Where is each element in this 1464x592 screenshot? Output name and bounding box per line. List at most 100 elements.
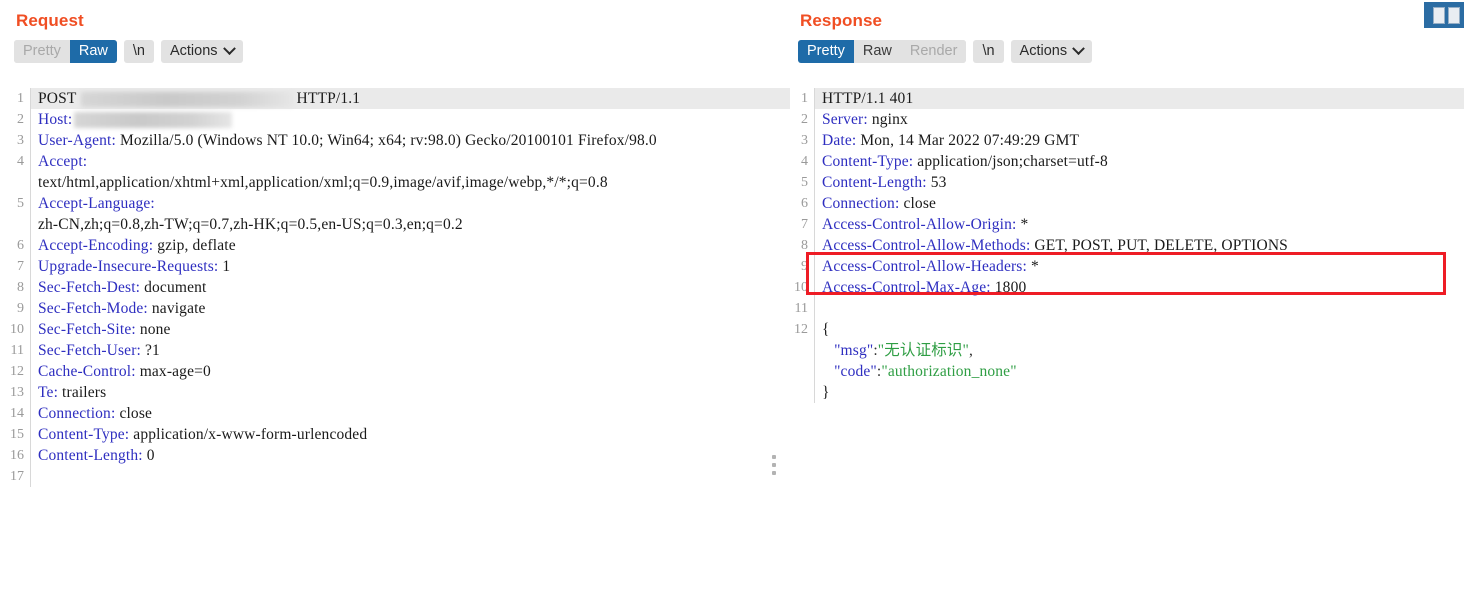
drag-dot bbox=[772, 471, 776, 475]
response-header-access-control-allow-headers: Access-Control-Allow-Headers: * bbox=[815, 256, 1464, 277]
response-tab-raw[interactable]: Raw bbox=[853, 39, 901, 63]
header-name: Sec-Fetch-Site: bbox=[38, 321, 136, 338]
line-number: 5 bbox=[801, 175, 808, 190]
request-header-host: Host: bbox=[31, 109, 790, 130]
response-code-area[interactable]: 1 HTTP/1.1 401 2 Server: nginx 3 Date: M… bbox=[790, 88, 1464, 592]
response-newline-button[interactable]: \n bbox=[973, 39, 1004, 63]
header-value: Mozilla/5.0 (Windows NT 10.0; Win64; x64… bbox=[115, 132, 657, 149]
header-name: Connection: bbox=[822, 195, 900, 212]
header-value: 1800 bbox=[990, 279, 1027, 296]
layout-pane-right bbox=[1448, 6, 1460, 24]
header-name: Sec-Fetch-User: bbox=[38, 342, 141, 359]
code-line: 7 Access-Control-Allow-Origin: * bbox=[790, 214, 1464, 235]
layout-pane-left bbox=[1433, 6, 1445, 24]
header-name: User-Agent: bbox=[38, 132, 116, 149]
response-tab-pretty[interactable]: Pretty bbox=[798, 39, 854, 63]
response-actions-label: Actions bbox=[1019, 43, 1068, 59]
line-number: 10 bbox=[10, 322, 24, 337]
line-number: 9 bbox=[801, 259, 808, 274]
request-header-cache-control: Cache-Control: max-age=0 bbox=[31, 361, 790, 382]
request-header-sec-fetch-site: Sec-Fetch-Site: none bbox=[31, 319, 790, 340]
header-value: none bbox=[135, 321, 171, 338]
request-code-area[interactable]: 1 POST HTTP/1.1 2 Host: 3 User-Agent: Moz… bbox=[0, 88, 790, 592]
response-json-close-brace: } bbox=[822, 384, 830, 401]
line-number: 5 bbox=[17, 196, 24, 211]
request-tab-pretty[interactable]: Pretty bbox=[14, 39, 70, 63]
code-line: 14 Connection: close bbox=[0, 403, 790, 424]
request-view-tabs[interactable]: Pretty Raw bbox=[14, 39, 117, 63]
request-newline-button[interactable]: \n bbox=[123, 39, 154, 63]
header-name: Date: bbox=[822, 132, 857, 149]
header-name: Accept: bbox=[38, 153, 88, 170]
header-value: document bbox=[140, 279, 207, 296]
gutter-divider bbox=[30, 466, 31, 487]
header-name: Sec-Fetch-Mode: bbox=[38, 300, 148, 317]
response-toolbar: Pretty Raw Render \n Actions bbox=[790, 36, 1464, 66]
http-traffic-viewer: Request Pretty Raw \n Actions 1 POST HTTP… bbox=[0, 0, 1464, 592]
request-header-content-length: Content-Length: 0 bbox=[31, 445, 790, 466]
line-number: 16 bbox=[10, 448, 24, 463]
response-header-server: Server: nginx bbox=[815, 109, 1464, 130]
header-value: application/x-www-form-urlencoded bbox=[129, 426, 368, 443]
line-number: 1 bbox=[801, 91, 808, 106]
response-title: Response bbox=[800, 11, 883, 30]
header-name: Content-Type: bbox=[822, 153, 914, 170]
header-name: Connection: bbox=[38, 405, 116, 422]
line-number: 12 bbox=[794, 322, 808, 337]
code-line: 3 Date: Mon, 14 Mar 2022 07:49:29 GMT bbox=[790, 130, 1464, 151]
json-key: "code" bbox=[834, 363, 877, 380]
line-number: 8 bbox=[17, 280, 24, 295]
request-pane: Request Pretty Raw \n Actions 1 POST HTTP… bbox=[0, 0, 790, 592]
line-number: 4 bbox=[801, 154, 808, 169]
response-pane: Response Pretty Raw Render \n Actions 1 … bbox=[790, 0, 1464, 592]
header-name: Sec-Fetch-Dest: bbox=[38, 279, 141, 296]
header-name: Access-Control-Allow-Headers: bbox=[822, 258, 1027, 275]
request-actions-label: Actions bbox=[169, 43, 218, 59]
code-line: 4 Content-Type: application/json;charset… bbox=[790, 151, 1464, 172]
line-number: 8 bbox=[801, 238, 808, 253]
json-key: "msg" bbox=[834, 342, 874, 359]
line-number: 3 bbox=[801, 133, 808, 148]
header-name: Te: bbox=[38, 384, 59, 401]
code-line: 2 Server: nginx bbox=[790, 109, 1464, 130]
request-actions-button[interactable]: Actions bbox=[160, 39, 243, 63]
response-header-content-length: Content-Length: 53 bbox=[815, 172, 1464, 193]
request-tab-raw[interactable]: Raw bbox=[69, 39, 117, 63]
line-number: 17 bbox=[10, 469, 24, 484]
redacted-url bbox=[80, 91, 293, 107]
vertical-dots-drag-handle[interactable] bbox=[772, 455, 778, 475]
request-start-line: POST HTTP/1.1 bbox=[31, 88, 790, 109]
response-tab-render[interactable]: Render bbox=[900, 39, 967, 63]
code-line: 11 bbox=[790, 298, 1464, 319]
code-line: 5 Content-Length: 53 bbox=[790, 172, 1464, 193]
response-view-tabs[interactable]: Pretty Raw Render bbox=[798, 39, 967, 63]
line-number: 9 bbox=[17, 301, 24, 316]
header-name: Content-Length: bbox=[822, 174, 927, 191]
response-header-access-control-allow-methods: Access-Control-Allow-Methods: GET, POST,… bbox=[815, 235, 1464, 256]
code-line: 10 Sec-Fetch-Site: none bbox=[0, 319, 790, 340]
redacted-host bbox=[74, 112, 233, 129]
response-actions-button[interactable]: Actions bbox=[1010, 39, 1093, 63]
request-header-user-agent: User-Agent: Mozilla/5.0 (Windows NT 10.0… bbox=[31, 130, 790, 151]
http-version: HTTP/1.1 bbox=[296, 90, 361, 107]
header-name: Content-Type: bbox=[38, 426, 130, 443]
line-number: 12 bbox=[10, 364, 24, 379]
header-value: zh-CN,zh;q=0.8,zh-TW;q=0.7,zh-HK;q=0.5,e… bbox=[38, 216, 463, 233]
code-line: 12 { bbox=[790, 319, 1464, 340]
line-number: 6 bbox=[801, 196, 808, 211]
request-header-accept: Accept: text/html,application/xhtml+xml,… bbox=[31, 151, 790, 193]
code-line: 13 Te: trailers bbox=[0, 382, 790, 403]
line-number: 6 bbox=[17, 238, 24, 253]
code-line: 1 POST HTTP/1.1 bbox=[0, 88, 790, 109]
response-header-access-control-allow-origin: Access-Control-Allow-Origin: * bbox=[815, 214, 1464, 235]
line-number: 7 bbox=[17, 259, 24, 274]
split-pane-layout-icon[interactable] bbox=[1424, 2, 1464, 28]
header-value: 53 bbox=[926, 174, 947, 191]
response-json-pair-msg: "msg":"无认证标识", bbox=[815, 340, 1464, 361]
code-line: 8 Sec-Fetch-Dest: document bbox=[0, 277, 790, 298]
request-header-sec-fetch-dest: Sec-Fetch-Dest: document bbox=[31, 277, 790, 298]
line-number: 2 bbox=[17, 112, 24, 127]
json-value: "authorization_none" bbox=[881, 363, 1017, 380]
code-line: 7 Upgrade-Insecure-Requests: 1 bbox=[0, 256, 790, 277]
code-line: 9 Sec-Fetch-Mode: navigate bbox=[0, 298, 790, 319]
